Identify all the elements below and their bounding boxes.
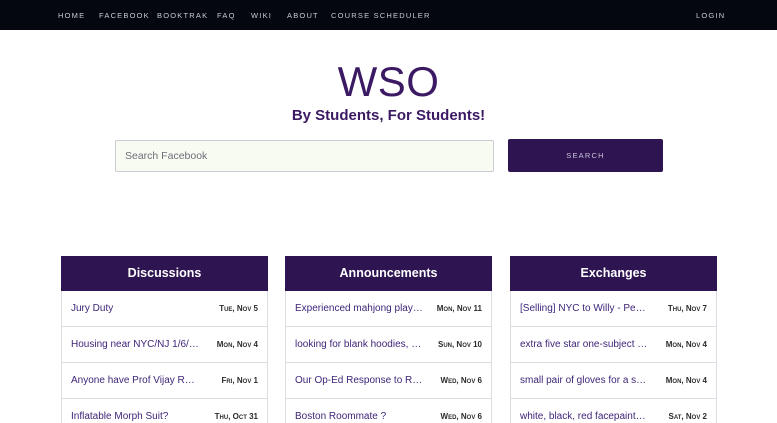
item-date: Wed, Nov 6 [440,376,482,385]
item-date: Sun, Nov 10 [437,340,482,349]
login-link[interactable]: LOGIN [696,11,725,20]
item-title-link[interactable]: white, black, red facepaint for sale [520,411,648,422]
list-item[interactable]: extra five star one-subject notebooks Mo… [510,327,717,363]
site-tagline: By Students, For Students! [291,107,486,124]
list-item[interactable]: Jury Duty Tue, Nov 5 [61,291,268,327]
list-item[interactable]: [Selling] NYC to Willy - Peter Pan Thu, … [510,291,717,327]
list-item[interactable]: small pair of gloves for a small person … [510,363,717,399]
panel-title: Discussions [61,256,268,291]
site-logo-title: WSO [337,58,440,105]
nav-facebook-link[interactable]: FACEBOOK [99,11,150,20]
item-title-link[interactable]: Jury Duty [71,303,199,314]
discussions-panel: Discussions Jury Duty Tue, Nov 5 Housing… [61,256,268,423]
item-title-link[interactable]: looking for blank hoodies, sweats [295,339,423,350]
item-date: Thu, Oct 31 [214,412,258,421]
item-date: Mon, Nov 11 [436,304,482,313]
list-item[interactable]: looking for blank hoodies, sweats Sun, N… [285,327,492,363]
list-item[interactable]: Anyone have Prof Vijay Ramprasad Fri, No… [61,363,268,399]
list-item[interactable]: Inflatable Morph Suit? Thu, Oct 31 [61,399,268,423]
item-title-link[interactable]: Housing near NYC/NJ 1/6/25-3/31/25 [71,339,199,350]
panel-title: Announcements [285,256,492,291]
nav-about-link[interactable]: ABOUT [287,11,319,20]
list-item[interactable]: Boston Roommate ? Wed, Nov 6 [285,399,492,423]
announcements-panel: Announcements Experienced mahjong player… [285,256,492,423]
item-title-link[interactable]: extra five star one-subject notebooks [520,339,648,350]
panel-title: Exchanges [510,256,717,291]
nav-home-link[interactable]: HOME [58,11,85,20]
item-title-link[interactable]: [Selling] NYC to Willy - Peter Pan [520,303,648,314]
search-button[interactable]: SEARCH [508,139,663,172]
list-item[interactable]: Our Op-Ed Response to Riverside Wed, Nov… [285,363,492,399]
item-title-link[interactable]: Experienced mahjong player for [295,303,423,314]
list-item[interactable]: Housing near NYC/NJ 1/6/25-3/31/25 Mon, … [61,327,268,363]
item-date: Fri, Nov 1 [221,376,258,385]
item-date: Sat, Nov 2 [668,412,707,421]
nav-course-scheduler-link[interactable]: COURSE SCHEDULER [331,11,431,20]
nav-booktrak-link[interactable]: BOOKTRAK [157,11,208,20]
nav-wiki-link[interactable]: WIKI [251,11,272,20]
item-date: Mon, Nov 4 [665,340,707,349]
item-date: Tue, Nov 5 [219,304,258,313]
item-title-link[interactable]: Boston Roommate ? [295,411,423,422]
item-title-link[interactable]: Our Op-Ed Response to Riverside [295,375,423,386]
exchanges-panel: Exchanges [Selling] NYC to Willy - Peter… [510,256,717,423]
top-navigation-bar: HOME FACEBOOK BOOKTRAK FAQ WIKI ABOUT CO… [0,0,777,30]
item-title-link[interactable]: Inflatable Morph Suit? [71,411,199,422]
list-item[interactable]: Experienced mahjong player for Mon, Nov … [285,291,492,327]
search-input[interactable] [115,140,494,172]
item-title-link[interactable]: Anyone have Prof Vijay Ramprasad [71,375,199,386]
item-date: Mon, Nov 4 [216,340,258,349]
item-date: Thu, Nov 7 [667,304,707,313]
item-date: Wed, Nov 6 [440,412,482,421]
item-date: Mon, Nov 4 [665,376,707,385]
nav-faq-link[interactable]: FAQ [217,11,236,20]
list-item[interactable]: white, black, red facepaint for sale Sat… [510,399,717,423]
item-title-link[interactable]: small pair of gloves for a small person [520,375,648,386]
